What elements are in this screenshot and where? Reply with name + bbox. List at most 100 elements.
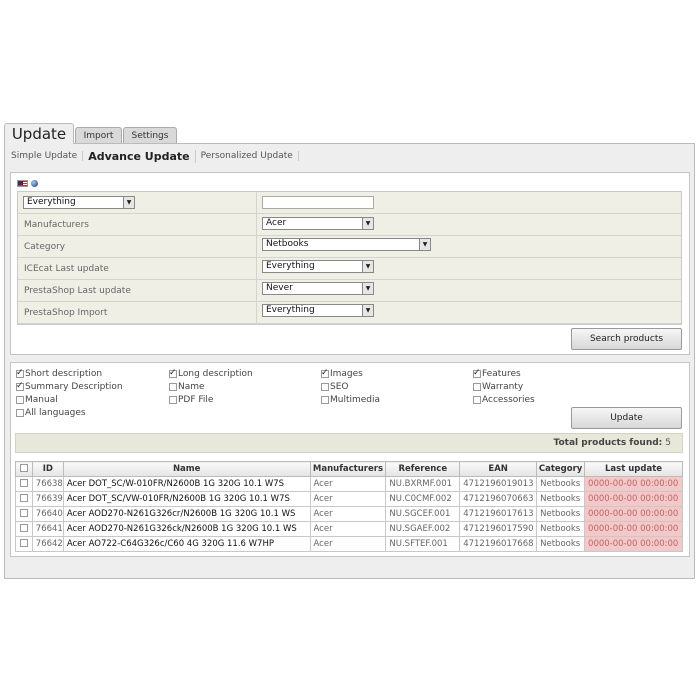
subtab-simple-update[interactable]: Simple Update (11, 151, 84, 161)
row-select-cell (15, 506, 33, 522)
prestashop-last-update-select[interactable]: Never ▼ (262, 282, 374, 295)
filter-separator (256, 214, 257, 235)
table-row[interactable]: 76642 Acer AO722-C64G326c/C60 4G 320G 11… (15, 536, 683, 552)
subtab-advance-update[interactable]: Advance Update (88, 149, 196, 163)
row-checkbox[interactable] (19, 493, 28, 502)
cell-name: Acer AOD270-N261G326cr/N2600B 1G 320G 10… (62, 506, 311, 522)
field-short-description[interactable]: Short description (16, 368, 102, 380)
tab-import[interactable]: Import (75, 127, 122, 143)
field-label: Warranty (482, 382, 524, 392)
field-checkbox[interactable] (321, 368, 329, 378)
icecat-last-update-select[interactable]: Everything ▼ (262, 260, 374, 273)
field-label: Images (330, 369, 363, 379)
us-flag-icon[interactable] (17, 180, 28, 187)
field-checkbox[interactable] (473, 368, 481, 378)
cell-ean: 4712196019013 (459, 476, 538, 492)
update-button[interactable]: Update (571, 407, 682, 429)
table-row[interactable]: 76641 Acer AOD270-N261G326ck/N2600B 1G 3… (15, 521, 683, 537)
field-label: Accessories (482, 395, 535, 405)
field-checkbox[interactable] (16, 368, 24, 378)
table-header-row: ID Name Manufacturers Reference EAN Cate… (15, 461, 683, 477)
prestashop-import-select[interactable]: Everything ▼ (262, 304, 374, 317)
column-header-ean[interactable]: EAN (459, 461, 538, 477)
prestashop-import-value: Everything (266, 305, 315, 315)
field-checkbox[interactable] (321, 383, 329, 391)
chevron-down-icon: ▼ (362, 305, 373, 316)
field-seo[interactable]: SEO (321, 381, 348, 393)
column-header-id[interactable]: ID (31, 461, 64, 477)
cell-name: Acer AOD270-N261G326ck/N2600B 1G 320G 10… (62, 521, 311, 537)
field-checkbox[interactable] (473, 383, 481, 391)
field-checkbox[interactable] (16, 381, 24, 391)
row-checkbox[interactable] (19, 538, 28, 547)
cell-last-update: 0000-00-00 00:00:00 (584, 476, 683, 492)
chevron-down-icon: ▼ (362, 283, 373, 294)
cell-last-update: 0000-00-00 00:00:00 (584, 521, 683, 537)
chevron-down-icon: ▼ (123, 197, 134, 208)
field-name[interactable]: Name (169, 381, 205, 393)
scope-select[interactable]: Everything ▼ (23, 196, 135, 209)
field-checkbox[interactable] (16, 409, 24, 417)
select-all-checkbox[interactable] (19, 463, 28, 472)
filter-label-manufacturers: Manufacturers (24, 220, 89, 230)
field-label: Multimedia (330, 395, 381, 405)
field-label: SEO (330, 382, 349, 392)
column-header-last-update[interactable]: Last update (584, 461, 683, 477)
filter-label-icecat-last-update: ICEcat Last update (24, 264, 109, 274)
table-row[interactable]: 76640 Acer AOD270-N261G326cr/N2600B 1G 3… (15, 506, 683, 522)
field-pdf-file[interactable]: PDF File (169, 394, 213, 406)
filter-label-category: Category (24, 242, 66, 252)
table-row[interactable]: 76639 Acer DOT_SC/VW-010FR/N2600B 1G 320… (15, 491, 683, 507)
row-select-cell (15, 476, 33, 492)
filter-separator (256, 302, 257, 323)
manufacturers-select[interactable]: Acer ▼ (262, 217, 374, 230)
field-summary-description[interactable]: Summary Description (16, 381, 123, 393)
cell-reference: NU.C0CMF.002 (385, 491, 461, 507)
table-row[interactable]: 76638 Acer DOT_SC/W-010FR/N2600B 1G 320G… (15, 476, 683, 492)
prestashop-last-update-value: Never (266, 283, 293, 293)
field-manual[interactable]: Manual (16, 394, 58, 406)
cell-reference: NU.SGAEF.002 (385, 521, 461, 537)
field-label: Features (482, 369, 521, 379)
field-checkbox[interactable] (169, 396, 177, 404)
field-checkbox[interactable] (169, 383, 177, 391)
subtab-personalized-update[interactable]: Personalized Update (201, 151, 299, 161)
cell-ean: 4712196017668 (459, 536, 538, 552)
scope-select-value: Everything (27, 197, 76, 207)
field-checkbox[interactable] (16, 396, 24, 404)
field-all-languages[interactable]: All languages (16, 407, 86, 419)
cell-manufacturer: Acer (309, 491, 387, 507)
cell-name: Acer AO722-C64G326c/C60 4G 320G 11.6 W7H… (62, 536, 311, 552)
field-features[interactable]: Features (473, 368, 521, 380)
row-checkbox[interactable] (19, 523, 28, 532)
category-select-value: Netbooks (266, 239, 309, 249)
column-header-name[interactable]: Name (62, 461, 311, 477)
row-checkbox[interactable] (19, 478, 28, 487)
column-header-category[interactable]: Category (536, 461, 586, 477)
field-checkbox[interactable] (321, 396, 329, 404)
category-select[interactable]: Netbooks ▼ (262, 238, 431, 251)
globe-icon[interactable] (31, 180, 38, 187)
keyword-input[interactable] (262, 196, 374, 209)
field-checkbox[interactable] (169, 368, 177, 378)
field-warranty[interactable]: Warranty (473, 381, 523, 393)
tab-update[interactable]: Update (4, 123, 74, 144)
tab-settings[interactable]: Settings (123, 127, 177, 143)
column-header-manufacturers[interactable]: Manufacturers (309, 461, 387, 477)
field-checkbox[interactable] (473, 396, 481, 404)
cell-category: Netbooks (536, 506, 586, 522)
column-header-reference[interactable]: Reference (385, 461, 461, 477)
field-long-description[interactable]: Long description (169, 368, 253, 380)
cell-category: Netbooks (536, 476, 586, 492)
cell-id: 76639 (31, 491, 64, 507)
cell-name: Acer DOT_SC/VW-010FR/N2600B 1G 320G 10.1… (62, 491, 311, 507)
row-checkbox[interactable] (19, 508, 28, 517)
field-accessories[interactable]: Accessories (473, 394, 535, 406)
field-multimedia[interactable]: Multimedia (321, 394, 380, 406)
cell-reference: NU.SFTEF.001 (385, 536, 461, 552)
filter-separator (256, 280, 257, 301)
field-images[interactable]: Images (321, 368, 363, 380)
manufacturers-select-value: Acer (266, 218, 287, 228)
search-products-button[interactable]: Search products (571, 328, 682, 350)
filter-label-prestashop-last-update: PrestaShop Last update (24, 286, 131, 296)
